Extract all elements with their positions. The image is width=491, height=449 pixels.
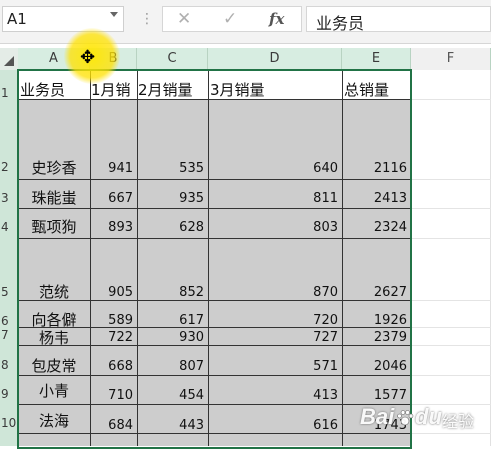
insert-function-icon[interactable]: fx — [269, 10, 284, 28]
row-header-9[interactable]: 9 — [0, 387, 18, 401]
column-header-f[interactable]: F — [411, 48, 491, 70]
column-header-e[interactable]: E — [342, 48, 411, 70]
column-header-c[interactable]: C — [137, 48, 208, 70]
paw-icon — [397, 410, 414, 426]
baidu-wordmark-du: du — [415, 404, 442, 429]
select-all-icon — [4, 56, 14, 66]
jingyan-label: 经验 — [442, 412, 475, 431]
row-header-4[interactable]: 4 — [0, 220, 18, 234]
row-header-7[interactable]: 7 — [0, 328, 18, 342]
formula-input[interactable]: 业务员 — [306, 6, 491, 33]
column-resize-cursor-icon: ✥ — [80, 47, 96, 68]
chevron-down-icon[interactable] — [110, 12, 118, 17]
row-header-1[interactable]: 1 — [0, 86, 18, 100]
row-header-3[interactable]: 3 — [0, 191, 18, 205]
drag-handle-icon[interactable]: ⋮ — [140, 11, 154, 27]
baidu-wordmark: Bai — [360, 404, 395, 429]
column-header-d[interactable]: D — [208, 48, 342, 70]
cancel-icon[interactable]: ✕ — [177, 9, 191, 29]
row-header-5[interactable]: 5 — [0, 285, 18, 299]
row-header-2[interactable]: 2 — [0, 160, 18, 174]
enter-icon[interactable]: ✓ — [223, 9, 237, 29]
row-header-8[interactable]: 8 — [0, 358, 18, 372]
row-header-6[interactable]: 6 — [0, 314, 18, 328]
name-box[interactable]: A1 — [2, 6, 124, 32]
row-header-10[interactable]: 10 — [0, 416, 18, 430]
selection-border — [17, 69, 412, 449]
baidu-jingyan-watermark: Bai du 经验 — [360, 400, 488, 436]
row-header-bar: 1 2 3 4 5 6 7 8 9 10 — [0, 70, 18, 446]
formula-buttons: ✕ ✓ fx — [162, 6, 302, 32]
